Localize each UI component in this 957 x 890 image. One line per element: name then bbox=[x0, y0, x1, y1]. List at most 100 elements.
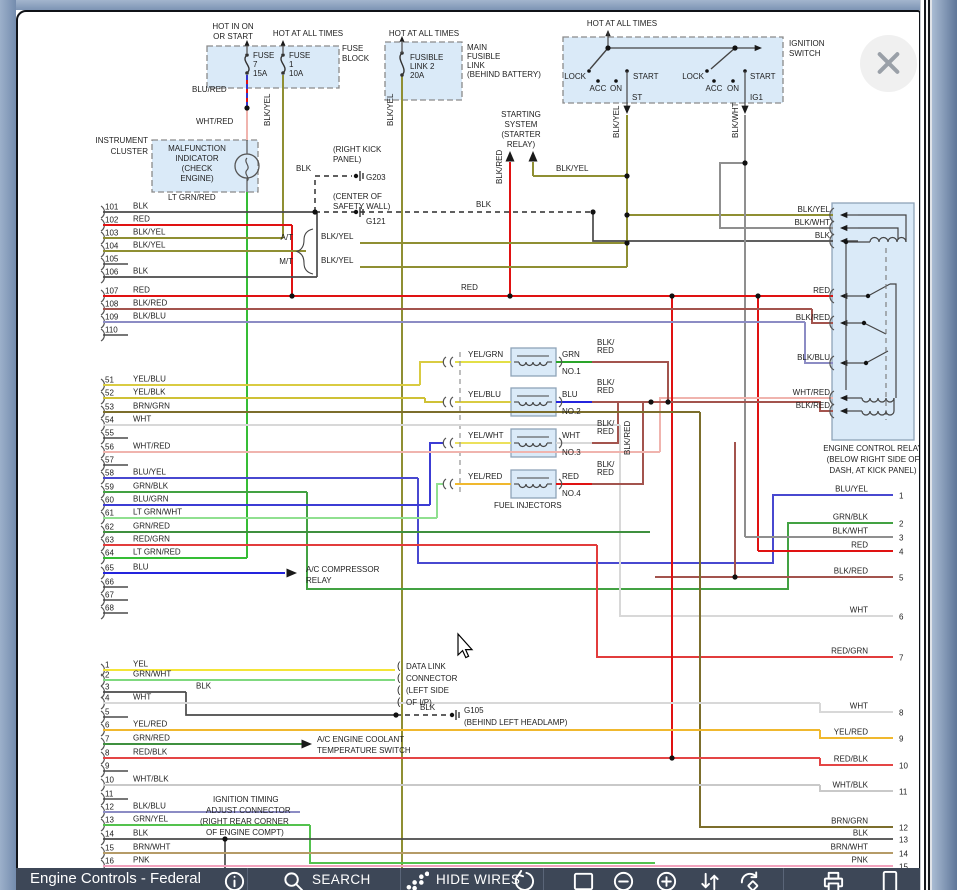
pin-number: 55 bbox=[105, 429, 114, 438]
power-header: HOT IN ON bbox=[212, 22, 253, 31]
fit-screen-button[interactable] bbox=[572, 868, 595, 890]
pin-number: 57 bbox=[105, 456, 114, 465]
wire-color-label: BLK/YEL bbox=[386, 93, 395, 126]
wiring-diagram-viewer: 101BLK102RED103BLK/YEL104BLK/YEL105106BL… bbox=[0, 0, 957, 890]
relay-caption: ENGINE CONTROL RELAY bbox=[823, 444, 923, 453]
zoom-out-button[interactable] bbox=[612, 868, 635, 890]
diagram-label: LOCK bbox=[682, 72, 704, 81]
wire-color-label: YEL/WHT bbox=[468, 431, 504, 440]
swap-view-button[interactable] bbox=[698, 868, 721, 890]
ground-location: (CENTER OF bbox=[333, 192, 382, 201]
swap-icon bbox=[698, 870, 721, 890]
wire-color-label: YEL/RED bbox=[834, 728, 868, 737]
pin-number: 67 bbox=[105, 591, 114, 600]
print-button[interactable] bbox=[822, 868, 845, 890]
diagram-label: START bbox=[633, 72, 659, 81]
junction-dot bbox=[732, 574, 737, 579]
wiring-diagram-canvas: 101BLK102RED103BLK/YEL104BLK/YEL105106BL… bbox=[0, 0, 957, 890]
wire-color-label: GRN/BLK bbox=[833, 513, 869, 522]
pin-number: 8 bbox=[105, 749, 110, 758]
zoom-out-icon bbox=[612, 870, 635, 890]
pin-number: 104 bbox=[105, 242, 119, 251]
info-button[interactable] bbox=[223, 868, 246, 890]
junction-dot bbox=[354, 174, 358, 178]
pin-number: 13 bbox=[105, 816, 114, 825]
junction-dot bbox=[450, 713, 454, 717]
junction-dot bbox=[624, 240, 629, 245]
fuse-label: FUSE bbox=[289, 51, 310, 60]
wire-color-label: BRN/WHT bbox=[133, 843, 170, 852]
junction-dot bbox=[624, 212, 629, 217]
component-name: IGNITION bbox=[789, 39, 825, 48]
relay-caption: (BELOW RIGHT SIDE OF bbox=[827, 455, 920, 464]
wire-color-label: RED bbox=[597, 386, 614, 395]
search-icon bbox=[282, 870, 305, 890]
fuse-label: 7 bbox=[253, 60, 258, 69]
note-text: DATA LINK bbox=[406, 662, 446, 671]
diagram-label: ON bbox=[610, 84, 622, 93]
page-icon bbox=[878, 870, 901, 890]
pin-number: 54 bbox=[105, 416, 114, 425]
wire-color-label: YEL/RED bbox=[468, 472, 502, 481]
ground-location: (RIGHT KICK bbox=[333, 145, 382, 154]
wire-color-label: BLU bbox=[133, 563, 149, 572]
pin-number: 5 bbox=[105, 708, 110, 717]
wire-color-label: BLU/YEL bbox=[133, 468, 166, 477]
junction-dot bbox=[669, 755, 674, 760]
rotate-paint-button[interactable] bbox=[738, 868, 761, 890]
hide-wires-button[interactable]: HIDE WIRES bbox=[406, 868, 520, 890]
junction-dot bbox=[312, 209, 317, 214]
junction-dot bbox=[244, 105, 249, 110]
wire-color-label: WHT/RED bbox=[196, 117, 234, 126]
pin-number: 7 bbox=[899, 654, 904, 663]
wire-color-label: BLK bbox=[133, 829, 149, 838]
page-layout-button[interactable] bbox=[878, 868, 901, 890]
junction-dot bbox=[712, 79, 716, 83]
wire-color-label: A/T bbox=[281, 233, 294, 242]
dots-icon bbox=[406, 870, 429, 890]
component-name: SWITCH bbox=[789, 49, 821, 58]
junction-dot bbox=[665, 399, 670, 404]
wire-color-label: BLK bbox=[196, 682, 212, 691]
search-button[interactable]: SEARCH bbox=[282, 868, 371, 890]
wire-color-label: BLK/BLU bbox=[133, 312, 166, 321]
diagram-title: Engine Controls - Federal bbox=[30, 870, 201, 887]
wire-color-label: BLK/BLU bbox=[797, 353, 830, 362]
pin-number: 11 bbox=[899, 788, 908, 797]
injector-number: NO.1 bbox=[562, 367, 581, 376]
wire-color-label: BLK/RED bbox=[796, 401, 830, 410]
pin-number: 4 bbox=[899, 548, 904, 557]
pin-number: 65 bbox=[105, 564, 114, 573]
wire-color-label: RED bbox=[133, 215, 150, 224]
refresh-wires-button[interactable] bbox=[513, 868, 536, 890]
zoom-in-icon bbox=[655, 870, 678, 890]
wire-color-label: RED bbox=[461, 283, 478, 292]
wire-color-label: GRN/RED bbox=[133, 734, 170, 743]
zoom-in-button[interactable] bbox=[655, 868, 678, 890]
wire-color-label: BLK/RED bbox=[133, 299, 167, 308]
note-text: IGNITION TIMING bbox=[213, 795, 279, 804]
toolbar-divider bbox=[783, 868, 784, 890]
info-icon bbox=[223, 870, 246, 890]
relay-caption: DASH, AT KICK PANEL) bbox=[829, 466, 916, 475]
component-name: ENGINE) bbox=[180, 174, 214, 183]
wire-color-label: RED/GRN bbox=[831, 647, 868, 656]
power-header: HOT AT ALL TIMES bbox=[273, 29, 343, 38]
wire-color-label: BLK/YEL bbox=[321, 232, 354, 241]
pin-number: 60 bbox=[105, 496, 114, 505]
junction-dot bbox=[605, 45, 610, 50]
close-button[interactable] bbox=[860, 35, 917, 92]
wire-color-label: BLK/YEL bbox=[612, 105, 621, 138]
pin-number: 3 bbox=[899, 534, 904, 543]
component-name: (STARTER bbox=[501, 130, 540, 139]
wire-color-label: RED bbox=[562, 472, 579, 481]
pin-number: 14 bbox=[105, 830, 114, 839]
injector-number: NO.4 bbox=[562, 489, 581, 498]
component-name: SYSTEM bbox=[505, 120, 538, 129]
fuse-label: FUSIBLE bbox=[410, 53, 443, 62]
fuse-label: 20A bbox=[410, 71, 425, 80]
wire-color-label: BLK/RED bbox=[796, 313, 830, 322]
wire-color-label: BLK/YEL bbox=[556, 164, 589, 173]
note-text: RELAY bbox=[306, 576, 332, 585]
junction-dot bbox=[864, 361, 868, 365]
